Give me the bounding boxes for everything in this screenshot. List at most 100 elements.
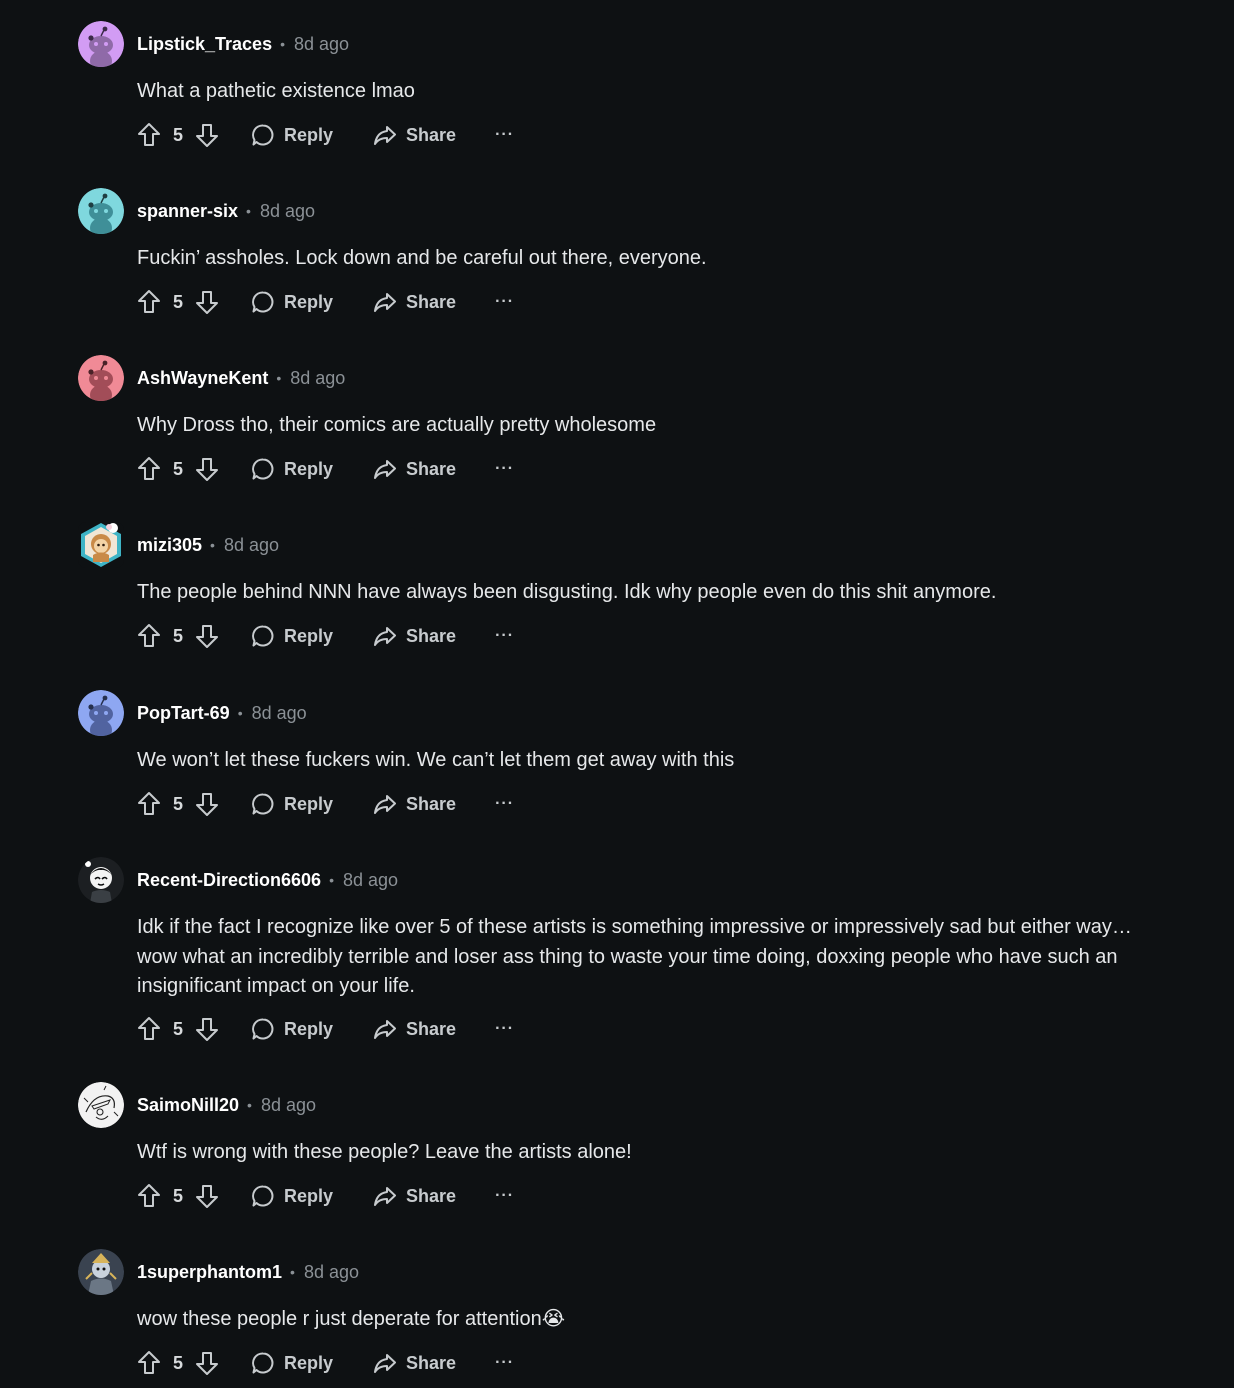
vote-score: 5 <box>172 458 183 479</box>
username[interactable]: SaimoNill20 <box>137 1095 239 1116</box>
username[interactable]: mizi305 <box>137 535 202 556</box>
separator-dot: • <box>280 36 285 52</box>
share-arrow-icon <box>374 293 397 312</box>
share-button[interactable]: Share <box>373 618 456 654</box>
username[interactable]: Lipstick_Traces <box>137 34 272 55</box>
avatar[interactable] <box>78 1249 124 1295</box>
upvote-icon[interactable] <box>137 790 161 818</box>
username[interactable]: PopTart-69 <box>137 703 230 724</box>
timestamp[interactable]: 8d ago <box>261 1095 316 1116</box>
downvote-icon[interactable] <box>195 1182 219 1210</box>
snoo-avatar-icon <box>78 690 124 736</box>
more-options-icon[interactable]: ··· <box>495 627 514 645</box>
share-button[interactable]: Share <box>373 1345 456 1381</box>
upvote-icon[interactable] <box>137 1015 161 1043</box>
username[interactable]: spanner-six <box>137 201 238 222</box>
snoo-avatar-icon <box>78 355 124 401</box>
share-button[interactable]: Share <box>373 786 456 822</box>
share-arrow-icon <box>374 627 397 646</box>
timestamp[interactable]: 8d ago <box>343 870 398 891</box>
timestamp[interactable]: 8d ago <box>304 1262 359 1283</box>
downvote-icon[interactable] <box>195 622 219 650</box>
reply-bubble-icon <box>252 625 274 647</box>
upvote-icon[interactable] <box>137 622 161 650</box>
reply-bubble-icon <box>252 1018 274 1040</box>
share-label: Share <box>406 625 457 646</box>
reply-bubble-icon <box>252 1185 274 1207</box>
more-options-icon[interactable]: ··· <box>495 126 514 144</box>
username[interactable]: AshWayneKent <box>137 368 268 389</box>
downvote-icon[interactable] <box>195 790 219 818</box>
avatar[interactable] <box>78 355 124 401</box>
comment-text: Idk if the fact I recognize like over 5 … <box>137 916 1132 997</box>
reply-button[interactable]: Reply <box>251 1178 333 1214</box>
avatar[interactable] <box>78 522 124 568</box>
share-button[interactable]: Share <box>373 284 456 320</box>
reply-label: Reply <box>284 124 334 145</box>
snoo-avatar-icon <box>78 21 124 67</box>
username[interactable]: Recent-Direction6606 <box>137 870 321 891</box>
share-label: Share <box>406 1352 457 1373</box>
upvote-icon[interactable] <box>137 1182 161 1210</box>
reply-label: Reply <box>284 458 334 479</box>
share-button[interactable]: Share <box>373 1178 456 1214</box>
username[interactable]: 1superphantom1 <box>137 1262 282 1283</box>
more-options-icon[interactable]: ··· <box>495 1354 514 1372</box>
timestamp[interactable]: 8d ago <box>224 535 279 556</box>
more-options-icon[interactable]: ··· <box>495 460 514 478</box>
share-button[interactable]: Share <box>373 1011 456 1047</box>
comment-actions: 5 Reply Share ··· <box>137 1011 514 1047</box>
character-avatar-icon <box>78 522 124 568</box>
timestamp[interactable]: 8d ago <box>294 34 349 55</box>
more-options-icon[interactable]: ··· <box>495 293 514 311</box>
comment-actions: 5 Reply Share ··· <box>137 451 514 487</box>
downvote-icon[interactable] <box>195 121 219 149</box>
reply-button[interactable]: Reply <box>251 284 333 320</box>
comment-text: Wtf is wrong with these people? Leave th… <box>137 1141 632 1163</box>
reply-button[interactable]: Reply <box>251 1345 333 1381</box>
share-label: Share <box>406 1018 457 1039</box>
share-button[interactable]: Share <box>373 117 456 153</box>
reply-button[interactable]: Reply <box>251 1011 333 1047</box>
comment-meta: 1superphantom1 • 8d ago <box>137 1261 359 1283</box>
reply-button[interactable]: Reply <box>251 117 333 153</box>
share-label: Share <box>406 458 457 479</box>
timestamp[interactable]: 8d ago <box>252 703 307 724</box>
comment-text: What a pathetic existence lmao <box>137 80 415 102</box>
avatar[interactable] <box>78 1082 124 1128</box>
separator-dot: • <box>329 872 334 888</box>
comment-meta: AshWayneKent • 8d ago <box>137 367 345 389</box>
downvote-icon[interactable] <box>195 1015 219 1043</box>
reply-button[interactable]: Reply <box>251 618 333 654</box>
avatar[interactable] <box>78 188 124 234</box>
separator-dot: • <box>246 203 251 219</box>
more-options-icon[interactable]: ··· <box>495 1020 514 1038</box>
timestamp[interactable]: 8d ago <box>260 201 315 222</box>
upvote-icon[interactable] <box>137 1349 161 1377</box>
avatar[interactable] <box>78 857 124 903</box>
reply-label: Reply <box>284 1352 334 1373</box>
reply-bubble-icon <box>252 793 274 815</box>
comment-actions: 5 Reply Share ··· <box>137 1345 514 1381</box>
timestamp[interactable]: 8d ago <box>290 368 345 389</box>
avatar[interactable] <box>78 21 124 67</box>
more-options-icon[interactable]: ··· <box>495 795 514 813</box>
downvote-icon[interactable] <box>195 455 219 483</box>
more-options-icon[interactable]: ··· <box>495 1187 514 1205</box>
upvote-icon[interactable] <box>137 288 161 316</box>
reply-button[interactable]: Reply <box>251 786 333 822</box>
downvote-icon[interactable] <box>195 1349 219 1377</box>
share-label: Share <box>406 1185 457 1206</box>
comment-actions: 5 Reply Share ··· <box>137 1178 514 1214</box>
upvote-icon[interactable] <box>137 121 161 149</box>
reply-button[interactable]: Reply <box>251 451 333 487</box>
comment-actions: 5 Reply Share ··· <box>137 618 514 654</box>
separator-dot: • <box>210 537 215 553</box>
upvote-icon[interactable] <box>137 455 161 483</box>
share-button[interactable]: Share <box>373 451 456 487</box>
comment-actions: 5 Reply Share ··· <box>137 117 514 153</box>
downvote-icon[interactable] <box>195 288 219 316</box>
comment-meta: spanner-six • 8d ago <box>137 200 315 222</box>
separator-dot: • <box>247 1097 252 1113</box>
avatar[interactable] <box>78 690 124 736</box>
